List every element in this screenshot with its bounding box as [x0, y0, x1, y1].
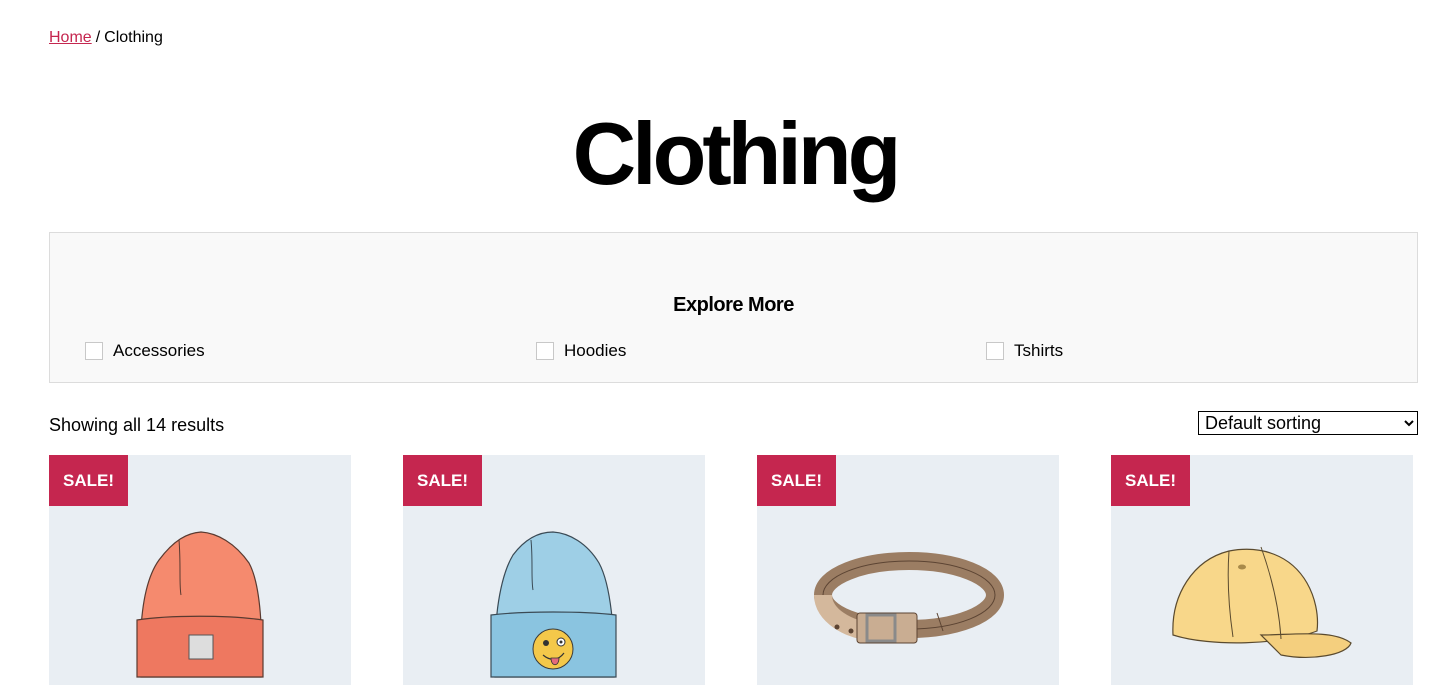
category-label: Accessories — [113, 341, 205, 360]
category-label: Hoodies — [564, 341, 627, 360]
breadcrumb: Home / Clothing — [49, 28, 163, 48]
category-label: Tshirts — [1014, 341, 1064, 360]
page-title: Clothing — [572, 104, 902, 203]
category-filter-tshirts[interactable]: Tshirts — [986, 341, 1063, 361]
checkbox[interactable] — [986, 342, 1004, 360]
checkbox[interactable] — [85, 342, 103, 360]
breadcrumb-separator: / — [95, 29, 101, 46]
product-card[interactable]: SALE! — [403, 455, 705, 685]
explore-more-heading: Explore More — [673, 294, 794, 316]
checkbox[interactable] — [536, 342, 554, 360]
sale-badge: SALE! — [49, 455, 128, 506]
breadcrumb-home-link[interactable]: Home — [49, 29, 92, 46]
product-card[interactable]: SALE! — [1111, 455, 1413, 685]
sale-badge: SALE! — [403, 455, 482, 506]
product-card[interactable]: SALE! — [49, 455, 351, 685]
breadcrumb-current: Clothing — [104, 29, 163, 46]
category-filter-hoodies[interactable]: Hoodies — [536, 341, 626, 361]
sale-badge: SALE! — [1111, 455, 1190, 506]
category-filter-accessories[interactable]: Accessories — [85, 341, 205, 361]
product-card[interactable]: SALE! — [757, 455, 1059, 685]
explore-more-panel: Explore More Accessories Hoodies Tshirts — [49, 232, 1418, 383]
results-count: Showing all 14 results — [49, 415, 225, 435]
sale-badge: SALE! — [757, 455, 836, 506]
sorting-select[interactable]: Default sorting — [1198, 411, 1418, 435]
